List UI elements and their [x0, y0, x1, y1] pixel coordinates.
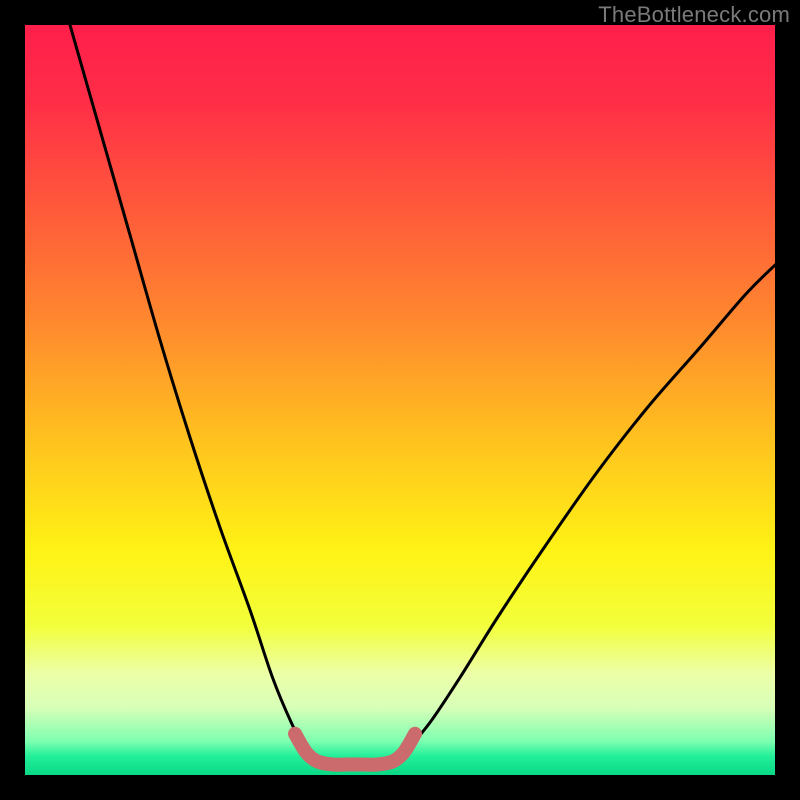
right-curve	[393, 265, 776, 762]
curve-layer	[25, 25, 775, 775]
plot-area	[25, 25, 775, 775]
outer-black-frame: TheBottleneck.com	[0, 0, 800, 800]
left-curve	[70, 25, 318, 762]
watermark-text: TheBottleneck.com	[598, 2, 790, 28]
bottom-highlight-curve	[295, 734, 415, 765]
